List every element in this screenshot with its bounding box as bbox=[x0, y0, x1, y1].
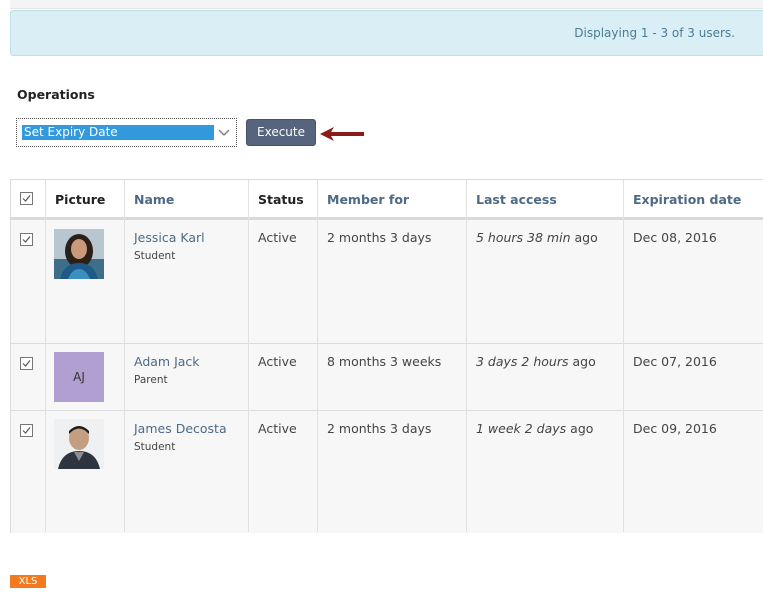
column-header-status: Status bbox=[258, 192, 304, 207]
user-role: Student bbox=[134, 250, 176, 262]
execute-button[interactable]: Execute bbox=[246, 119, 316, 146]
last-access-text: 5 hours 38 min ago bbox=[476, 230, 598, 245]
row-checkbox[interactable] bbox=[20, 233, 33, 246]
row-checkbox[interactable] bbox=[20, 357, 33, 370]
last-access-text: 3 days 2 hours ago bbox=[476, 354, 596, 369]
avatar: AJ bbox=[54, 352, 104, 402]
column-header-expiration-date[interactable]: Expiration date bbox=[633, 192, 741, 207]
status-text: Active bbox=[258, 421, 297, 436]
user-name-link[interactable]: Jessica Karl bbox=[134, 230, 205, 245]
column-divider bbox=[124, 180, 125, 532]
info-message-box: Displaying 1 - 3 of 3 users. bbox=[10, 10, 763, 56]
operations-label: Operations bbox=[17, 87, 95, 102]
user-name-link[interactable]: James Decosta bbox=[134, 421, 227, 436]
checkmark-icon bbox=[22, 360, 31, 367]
last-access-duration: 3 days 2 hours bbox=[476, 354, 569, 369]
select-all-checkbox[interactable] bbox=[20, 192, 33, 205]
avatar bbox=[54, 419, 104, 469]
status-text: Active bbox=[258, 354, 297, 369]
status-text: Active bbox=[258, 230, 297, 245]
user-role: Student bbox=[134, 441, 176, 453]
users-table: Picture Name Status Member for Last acce… bbox=[10, 179, 763, 533]
column-divider bbox=[248, 180, 249, 532]
checkmark-icon bbox=[22, 236, 31, 243]
last-access-duration: 5 hours 38 min bbox=[476, 230, 571, 245]
xls-export-button[interactable]: XLS bbox=[10, 575, 46, 588]
column-divider bbox=[623, 180, 624, 532]
results-count-text: Displaying 1 - 3 of 3 users. bbox=[574, 26, 735, 40]
avatar bbox=[54, 229, 104, 279]
checkmark-icon bbox=[22, 195, 31, 202]
top-strip bbox=[10, 0, 763, 9]
column-divider bbox=[45, 180, 46, 532]
column-header-picture: Picture bbox=[55, 192, 106, 207]
member-for-text: 2 months 3 days bbox=[327, 421, 432, 436]
chevron-down-icon bbox=[218, 129, 230, 136]
operations-selected-value: Set Expiry Date bbox=[22, 125, 214, 140]
user-role: Parent bbox=[134, 374, 168, 386]
last-access-suffix: ago bbox=[572, 354, 596, 369]
column-header-member-for[interactable]: Member for bbox=[327, 192, 409, 207]
checkmark-icon bbox=[22, 427, 31, 434]
last-access-duration: 1 week 2 days bbox=[476, 421, 567, 436]
column-header-last-access[interactable]: Last access bbox=[476, 192, 557, 207]
pointer-arrow-icon bbox=[320, 127, 364, 141]
column-divider bbox=[466, 180, 467, 532]
last-access-suffix: ago bbox=[570, 421, 594, 436]
column-header-name[interactable]: Name bbox=[134, 192, 174, 207]
member-for-text: 8 months 3 weeks bbox=[327, 354, 442, 369]
user-name-link[interactable]: Adam Jack bbox=[134, 354, 200, 369]
expiration-date-text: Dec 09, 2016 bbox=[633, 421, 717, 436]
expiration-date-text: Dec 07, 2016 bbox=[633, 354, 717, 369]
last-access-text: 1 week 2 days ago bbox=[476, 421, 593, 436]
column-divider bbox=[317, 180, 318, 532]
operations-select[interactable]: Set Expiry Date bbox=[16, 118, 237, 147]
row-checkbox[interactable] bbox=[20, 424, 33, 437]
last-access-suffix: ago bbox=[574, 230, 598, 245]
expiration-date-text: Dec 08, 2016 bbox=[633, 230, 717, 245]
member-for-text: 2 months 3 days bbox=[327, 230, 432, 245]
